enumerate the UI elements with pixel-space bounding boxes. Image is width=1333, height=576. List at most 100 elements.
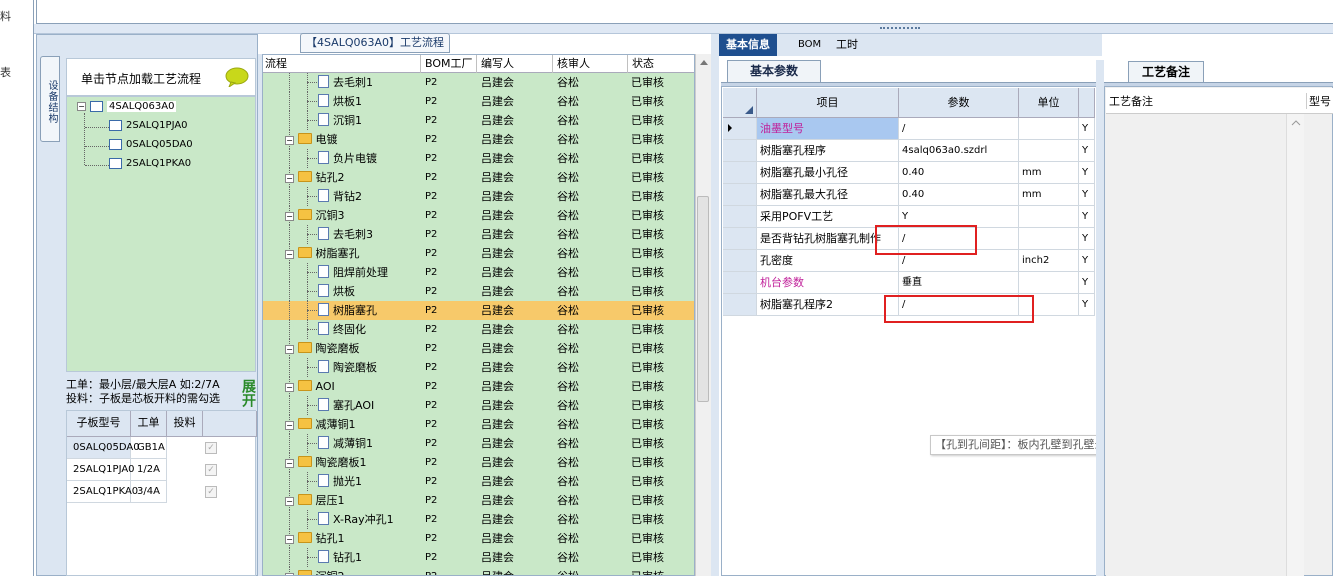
tree-root-node[interactable]: − 4SALQ063A0 bbox=[77, 101, 177, 112]
process-name-cell[interactable]: 陶瓷磨板 bbox=[318, 358, 377, 377]
process-bom-cell[interactable]: P2 bbox=[425, 168, 437, 187]
process-auditor-cell[interactable]: 谷松 bbox=[557, 187, 579, 206]
process-status-cell[interactable]: 已审核 bbox=[631, 225, 664, 244]
process-bom-cell[interactable]: P2 bbox=[425, 491, 437, 510]
param-row[interactable]: 树脂塞孔程序 4salq063a0.szdrl Y bbox=[723, 140, 1095, 162]
process-status-cell[interactable]: 已审核 bbox=[631, 396, 664, 415]
column-header[interactable]: 流程 bbox=[263, 55, 421, 73]
param-item-cell[interactable]: 树脂塞孔程序2 bbox=[757, 294, 899, 316]
process-bom-cell[interactable]: P2 bbox=[425, 396, 437, 415]
process-name-cell[interactable]: − 电镀 bbox=[285, 130, 338, 149]
checkbox[interactable]: ✓ bbox=[205, 464, 217, 476]
process-status-cell[interactable]: 已审核 bbox=[631, 434, 664, 453]
param-unit-cell[interactable] bbox=[1019, 206, 1079, 228]
tab-bom[interactable]: BOM bbox=[791, 34, 828, 56]
process-status-cell[interactable]: 已审核 bbox=[631, 111, 664, 130]
param-item-cell[interactable]: 机台参数 bbox=[757, 272, 899, 294]
process-status-cell[interactable]: 已审核 bbox=[631, 567, 664, 575]
process-writer-cell[interactable]: 吕建会 bbox=[481, 320, 514, 339]
table-cell[interactable]: GB1A bbox=[131, 437, 167, 459]
process-status-cell[interactable]: 已审核 bbox=[631, 415, 664, 434]
process-name-cell[interactable]: 树脂塞孔 bbox=[318, 301, 377, 320]
process-name-cell[interactable]: 背钻2 bbox=[318, 187, 362, 206]
column-header[interactable]: 核审人 bbox=[553, 55, 628, 73]
scroll-up-icon[interactable] bbox=[696, 56, 712, 68]
process-status-cell[interactable]: 已审核 bbox=[631, 73, 664, 92]
process-name-cell[interactable]: 去毛刺3 bbox=[318, 225, 373, 244]
param-item-cell[interactable]: 树脂塞孔最小孔径 bbox=[757, 162, 899, 184]
column-header[interactable]: 工单 bbox=[131, 411, 167, 437]
process-bom-cell[interactable]: P2 bbox=[425, 548, 437, 567]
row-indicator[interactable] bbox=[723, 250, 757, 272]
column-header[interactable]: 工艺备注 bbox=[1109, 93, 1153, 109]
tab-process-notes[interactable]: 工艺备注 bbox=[1128, 61, 1204, 82]
process-auditor-cell[interactable]: 谷松 bbox=[557, 339, 579, 358]
process-row[interactable]: − 树脂塞孔 P2 吕建会 谷松 已审核 bbox=[263, 244, 694, 263]
process-row[interactable]: 去毛刺3 P2 吕建会 谷松 已审核 bbox=[263, 225, 694, 244]
process-row[interactable]: 去毛刺1 P2 吕建会 谷松 已审核 bbox=[263, 73, 694, 92]
process-auditor-cell[interactable]: 谷松 bbox=[557, 453, 579, 472]
process-row[interactable]: − 陶瓷磨板 P2 吕建会 谷松 已审核 bbox=[263, 339, 694, 358]
row-indicator[interactable] bbox=[723, 184, 757, 206]
process-writer-cell[interactable]: 吕建会 bbox=[481, 453, 514, 472]
process-auditor-cell[interactable]: 谷松 bbox=[557, 396, 579, 415]
table-cell[interactable]: 2SALQ1PKA0 bbox=[67, 481, 138, 503]
process-bom-cell[interactable]: P2 bbox=[425, 244, 437, 263]
param-row[interactable]: 油墨型号 / Y bbox=[723, 118, 1095, 140]
process-row[interactable]: 树脂塞孔 P2 吕建会 谷松 已审核 bbox=[263, 301, 694, 320]
tab-basic-info[interactable]: 基本信息 bbox=[719, 34, 777, 56]
process-auditor-cell[interactable]: 谷松 bbox=[557, 472, 579, 491]
process-auditor-cell[interactable]: 谷松 bbox=[557, 377, 579, 396]
column-header[interactable]: 状态 bbox=[628, 55, 694, 73]
process-auditor-cell[interactable]: 谷松 bbox=[557, 510, 579, 529]
notes-scrollbar[interactable] bbox=[1286, 114, 1304, 576]
process-auditor-cell[interactable]: 谷松 bbox=[557, 263, 579, 282]
column-header[interactable]: 型号 bbox=[1306, 93, 1331, 109]
process-name-cell[interactable]: − 钻孔2 bbox=[285, 168, 345, 187]
process-name-cell[interactable]: 烘板 bbox=[318, 282, 355, 301]
table-cell[interactable]: 2SALQ1PJA0 bbox=[67, 459, 135, 481]
process-name-cell[interactable]: 钻孔1 bbox=[318, 548, 362, 567]
collapse-icon[interactable]: − bbox=[285, 174, 294, 183]
process-row[interactable]: − 钻孔1 P2 吕建会 谷松 已审核 bbox=[263, 529, 694, 548]
column-header[interactable]: 子板型号 bbox=[67, 411, 131, 437]
process-row[interactable]: 负片电镀 P2 吕建会 谷松 已审核 bbox=[263, 149, 694, 168]
column-header[interactable]: 投料 bbox=[167, 411, 203, 437]
speech-bubble-icon[interactable] bbox=[225, 67, 249, 87]
collapse-icon[interactable]: − bbox=[285, 212, 294, 221]
process-writer-cell[interactable]: 吕建会 bbox=[481, 168, 514, 187]
process-bom-cell[interactable]: P2 bbox=[425, 92, 437, 111]
process-status-cell[interactable]: 已审核 bbox=[631, 168, 664, 187]
process-name-cell[interactable]: 抛光1 bbox=[318, 472, 362, 491]
process-name-cell[interactable]: 阻焊前处理 bbox=[318, 263, 388, 282]
process-writer-cell[interactable]: 吕建会 bbox=[481, 548, 514, 567]
tab-hours[interactable]: 工时 bbox=[829, 34, 865, 56]
process-status-cell[interactable]: 已审核 bbox=[631, 263, 664, 282]
tree-node-child[interactable]: 2SALQ1PJA0 bbox=[109, 120, 188, 131]
process-row[interactable]: 抛光1 P2 吕建会 谷松 已审核 bbox=[263, 472, 694, 491]
process-auditor-cell[interactable]: 谷松 bbox=[557, 111, 579, 130]
tab-basic-params[interactable]: 基本参数 bbox=[727, 60, 821, 82]
process-row[interactable]: − AOI P2 吕建会 谷松 已审核 bbox=[263, 377, 694, 396]
process-bom-cell[interactable]: P2 bbox=[425, 130, 437, 149]
process-row[interactable]: 钻孔1 P2 吕建会 谷松 已审核 bbox=[263, 548, 694, 567]
process-row[interactable]: − 电镀 P2 吕建会 谷松 已审核 bbox=[263, 130, 694, 149]
process-auditor-cell[interactable]: 谷松 bbox=[557, 567, 579, 575]
process-name-cell[interactable]: − 沉铜3 bbox=[285, 206, 345, 225]
param-item-cell[interactable]: 油墨型号 bbox=[757, 118, 899, 140]
column-header[interactable]: 项目 bbox=[757, 88, 899, 118]
process-row[interactable]: 烘板1 P2 吕建会 谷松 已审核 bbox=[263, 92, 694, 111]
process-bom-cell[interactable]: P2 bbox=[425, 472, 437, 491]
process-row[interactable]: 终固化 P2 吕建会 谷松 已审核 bbox=[263, 320, 694, 339]
process-writer-cell[interactable]: 吕建会 bbox=[481, 130, 514, 149]
param-value-cell[interactable]: 0.40 bbox=[899, 184, 1019, 206]
param-value-cell[interactable]: 0.40 bbox=[899, 162, 1019, 184]
param-unit-cell[interactable]: mm bbox=[1019, 162, 1079, 184]
collapse-icon[interactable]: − bbox=[285, 136, 294, 145]
process-bom-cell[interactable]: P2 bbox=[425, 225, 437, 244]
param-value-cell[interactable]: / bbox=[899, 118, 1019, 140]
collapse-icon[interactable]: − bbox=[285, 383, 294, 392]
notes-body[interactable] bbox=[1106, 114, 1304, 576]
column-header[interactable]: BOM工厂 bbox=[421, 55, 477, 73]
row-indicator[interactable] bbox=[723, 272, 757, 294]
